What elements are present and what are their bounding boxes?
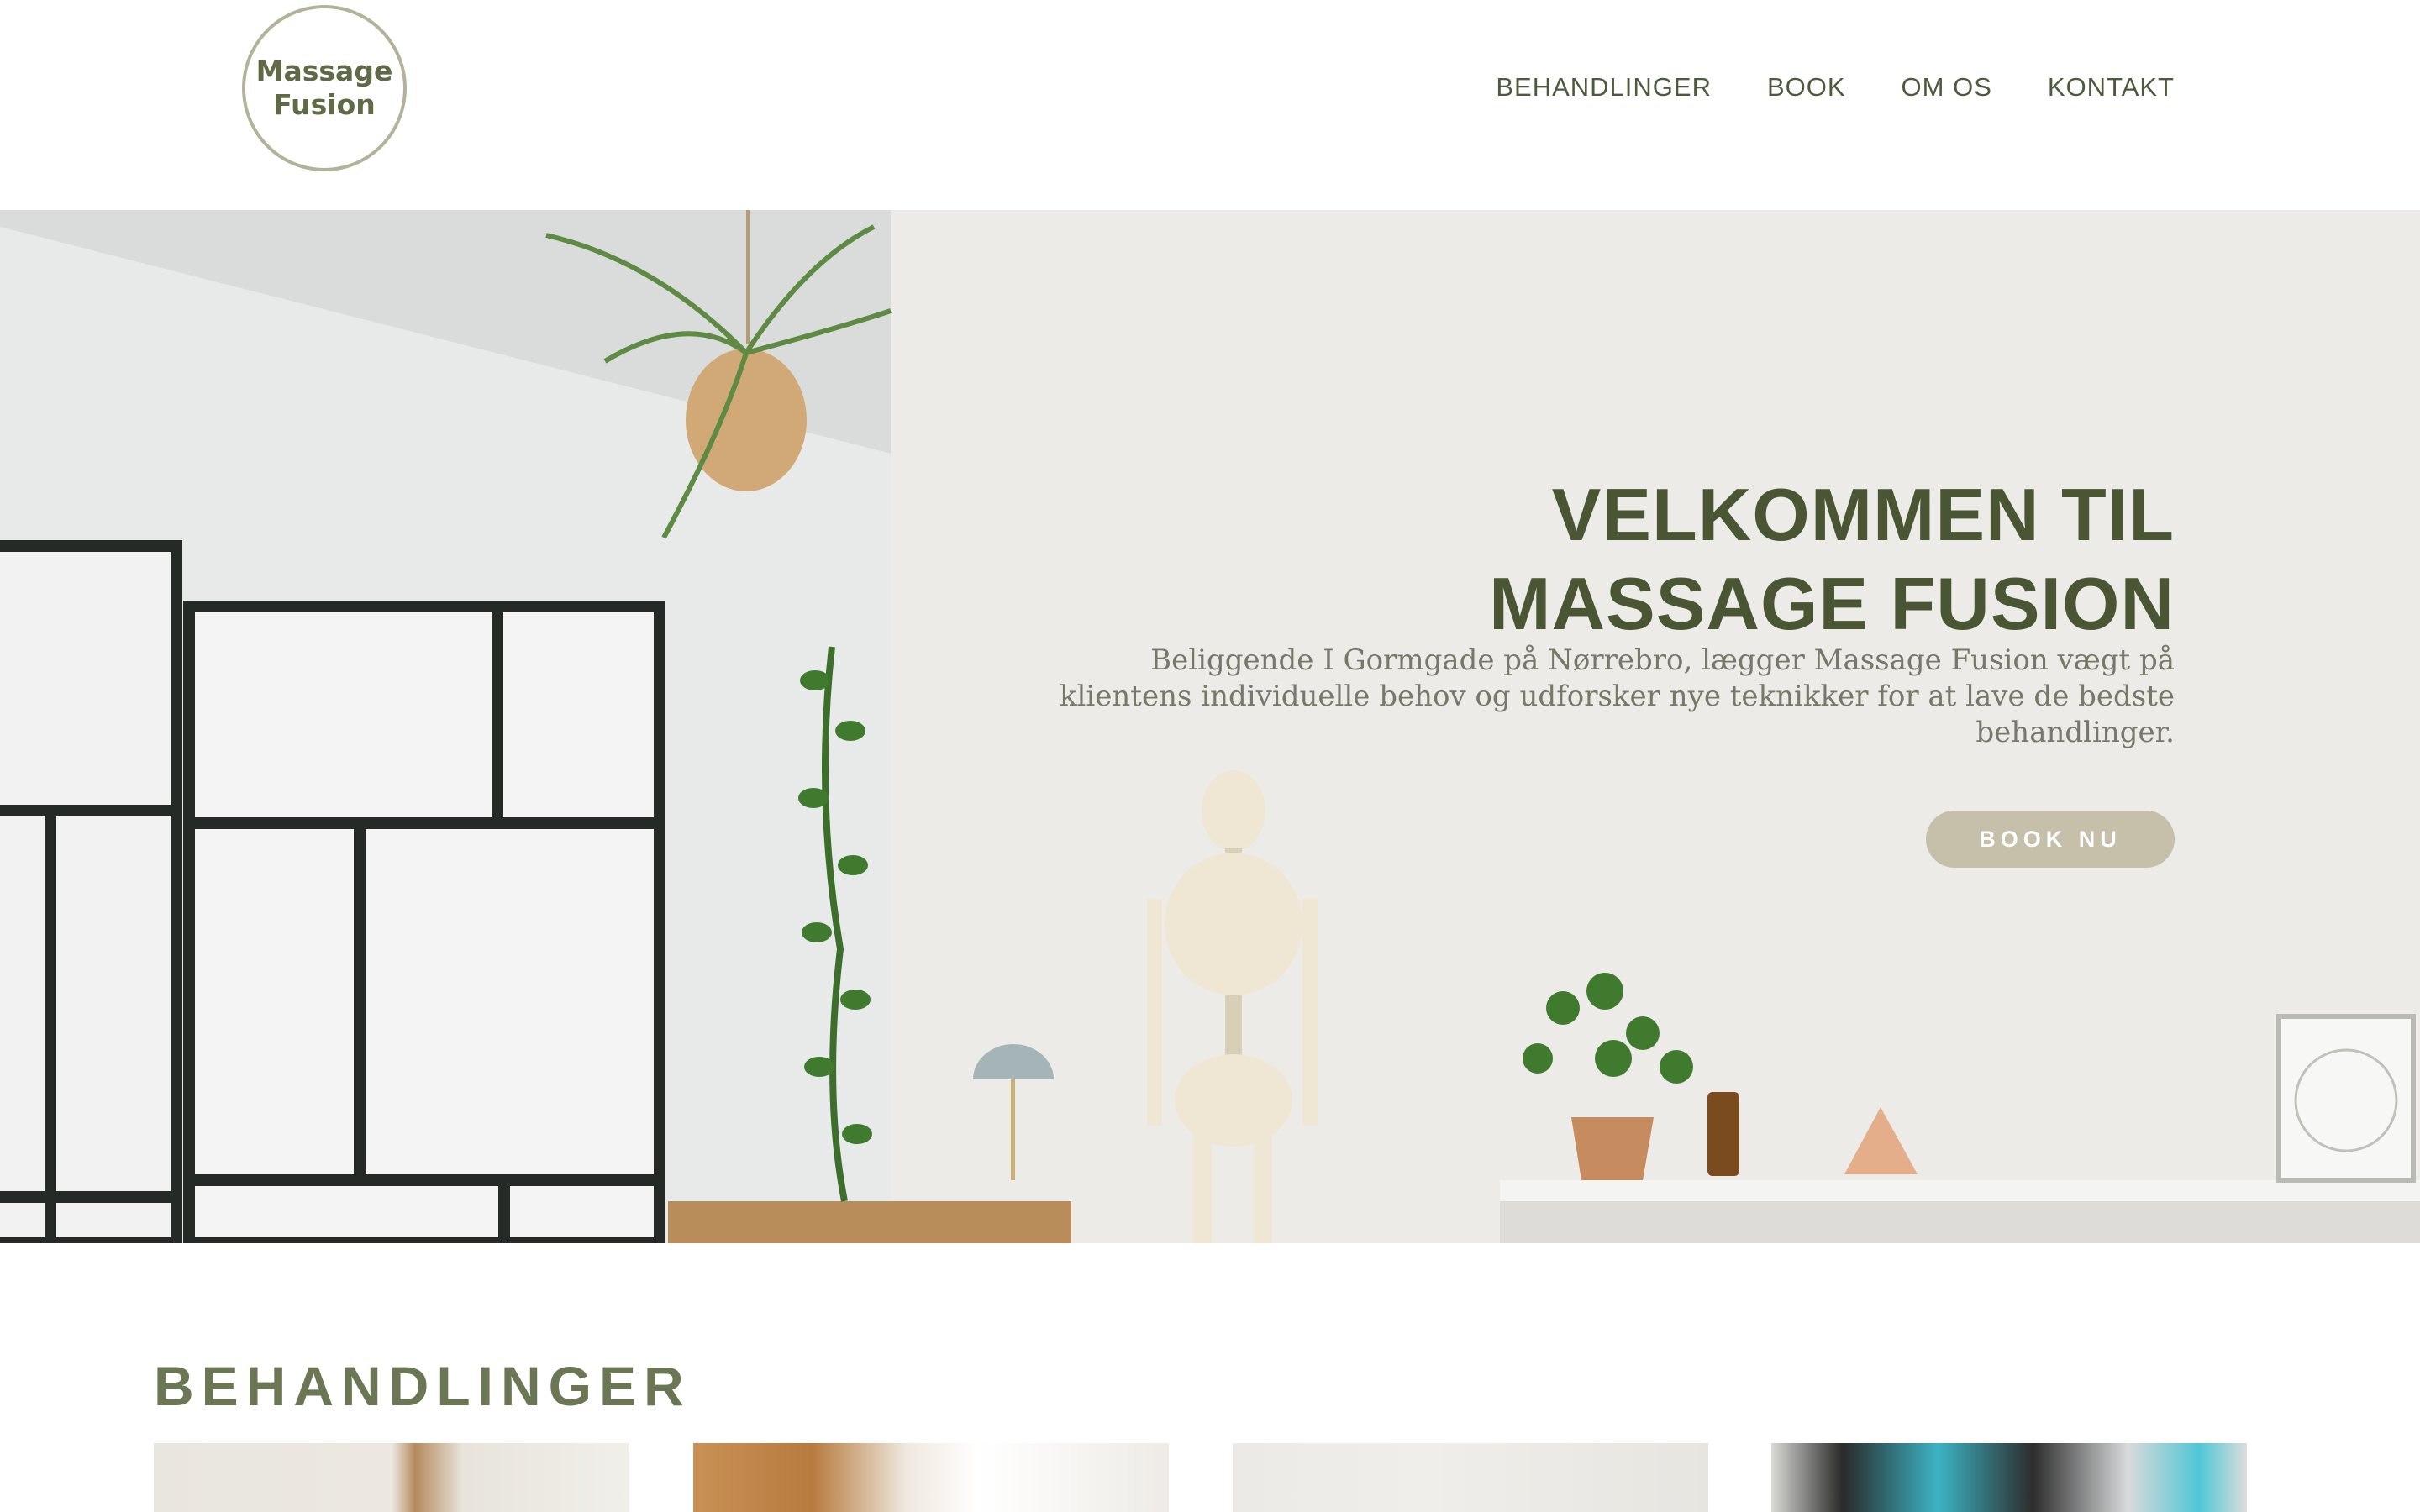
- logo[interactable]: Massage Fusion: [242, 5, 407, 171]
- hero-subtitle-line-2: klientens individuelle behov og udforske…: [1059, 680, 2175, 749]
- site-header: Massage Fusion BEHANDLINGER BOOK OM OS K…: [0, 0, 2420, 210]
- nav-om-os[interactable]: OM OS: [1902, 72, 1992, 102]
- treatment-card-2[interactable]: [693, 1443, 1169, 1512]
- folding-screen: [0, 540, 666, 1243]
- treatment-card-3[interactable]: [1233, 1443, 1708, 1512]
- nav-behandlinger[interactable]: BEHANDLINGER: [1496, 72, 1712, 102]
- treatment-card-4[interactable]: [1771, 1443, 2247, 1512]
- hero-title-line-2: MASSAGE FUSION: [1489, 562, 2175, 645]
- section-title-behandlinger: BEHANDLINGER: [154, 1355, 692, 1417]
- nav-book[interactable]: BOOK: [1767, 72, 1846, 102]
- hero-title-line-1: VELKOMMEN TIL: [1551, 473, 2175, 556]
- treatment-card-1[interactable]: [154, 1443, 629, 1512]
- hero-title: VELKOMMEN TIL MASSAGE FUSION: [1489, 470, 2175, 648]
- main-nav: BEHANDLINGER BOOK OM OS KONTAKT: [1496, 72, 2175, 102]
- book-now-button[interactable]: BOOK NU: [1926, 811, 2175, 868]
- logo-line-2: Fusion: [273, 88, 376, 121]
- hero-section: VELKOMMEN TIL MASSAGE FUSION Beliggende …: [0, 210, 2420, 1243]
- hero-subtitle-line-1: Beliggende I Gormgade på Nørrebro, lægge…: [1150, 643, 2175, 677]
- hero-subtitle: Beliggende I Gormgade på Nørrebro, lægge…: [981, 643, 2175, 751]
- nav-kontakt[interactable]: KONTAKT: [2048, 72, 2175, 102]
- logo-line-1: Massage: [255, 55, 393, 87]
